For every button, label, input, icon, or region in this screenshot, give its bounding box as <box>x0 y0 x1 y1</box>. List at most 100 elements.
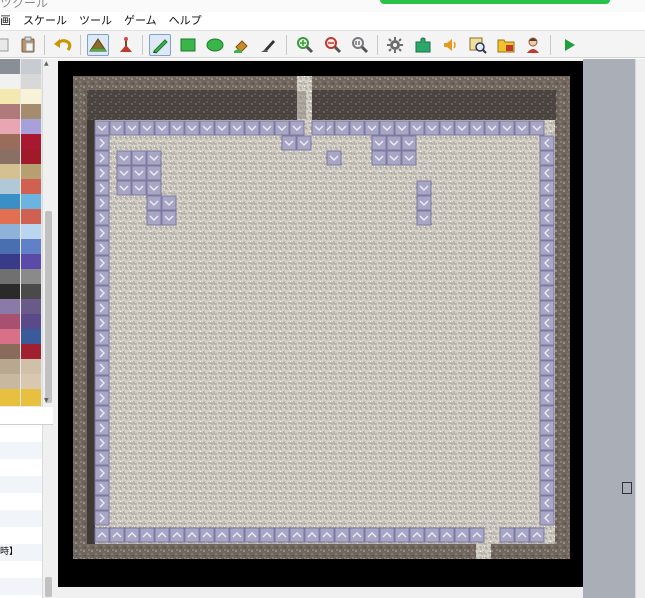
stone-block-tile <box>539 240 555 256</box>
tree-scrollbar[interactable] <box>42 425 53 598</box>
undo-icon[interactable] <box>52 34 74 56</box>
stone-block-tile <box>326 150 342 166</box>
zoom-out-icon[interactable] <box>322 34 344 56</box>
stone-block-tile <box>539 405 555 421</box>
stone-block-tile <box>539 390 555 406</box>
stone-block-tile <box>499 527 515 543</box>
stone-block-tile <box>401 135 417 151</box>
rectangle-icon[interactable] <box>177 34 199 56</box>
tree-row[interactable] <box>0 459 42 476</box>
stone-block-tile <box>539 495 555 511</box>
tree-row[interactable] <box>0 476 42 493</box>
playtest-icon[interactable] <box>558 34 580 56</box>
title-bar: ツクール <box>0 0 645 12</box>
stone-block-tile <box>94 375 110 391</box>
tileset-tile[interactable] <box>21 389 41 406</box>
character-generator-icon[interactable] <box>522 34 544 56</box>
stone-block-tile <box>539 195 555 211</box>
tree-row-event-label[interactable]: 時】 <box>0 544 42 561</box>
north-exit-shadow <box>297 91 306 119</box>
event-search-icon[interactable] <box>467 34 489 56</box>
database-icon[interactable] <box>384 34 406 56</box>
resource-manager-icon[interactable] <box>495 34 517 56</box>
stone-block-tile <box>184 120 200 136</box>
tree-row[interactable] <box>0 578 42 595</box>
stone-block-tile <box>116 165 132 181</box>
tileset-palette[interactable]: ▲ ▼ <box>0 59 53 407</box>
tree-row[interactable] <box>0 527 42 544</box>
ellipse-icon[interactable] <box>204 34 226 56</box>
map-layer-icon[interactable] <box>87 34 109 56</box>
menu-item-tools[interactable]: ツール <box>73 12 118 30</box>
map-vertical-scrollbar[interactable] <box>635 59 645 598</box>
floor <box>95 120 555 544</box>
stone-block-tile <box>484 120 500 136</box>
stone-block-tile <box>539 315 555 331</box>
zoom-actual-icon[interactable] <box>349 34 371 56</box>
stone-block-tile <box>334 527 350 543</box>
stone-block-tile <box>94 285 110 301</box>
stone-block-tile <box>539 465 555 481</box>
stone-block-tile <box>454 527 470 543</box>
sound-icon[interactable] <box>440 34 462 56</box>
stone-block-tile <box>94 510 110 526</box>
stone-block-tile <box>454 120 470 136</box>
stone-block-tile <box>289 527 305 543</box>
event-layer-icon[interactable] <box>115 34 137 56</box>
stone-block-tile <box>539 360 555 376</box>
map-resize-handle[interactable] <box>622 482 632 494</box>
stone-block-tile <box>146 210 162 226</box>
stone-block-tile <box>94 195 110 211</box>
palette-scroll-thumb[interactable] <box>45 211 52 403</box>
stone-block-tile <box>154 120 170 136</box>
stone-block-tile <box>259 527 275 543</box>
zoom-in-icon[interactable] <box>294 34 316 56</box>
fill-icon[interactable] <box>231 34 253 56</box>
stone-block-tile <box>319 527 335 543</box>
menu-item-edit[interactable]: 画 <box>0 12 17 30</box>
map-canvas[interactable] <box>58 61 583 587</box>
paste-icon[interactable] <box>17 34 39 56</box>
stone-block-tile <box>311 120 327 136</box>
map-viewport[interactable] <box>53 59 645 598</box>
palette-scrollbar[interactable]: ▲ ▼ <box>42 59 53 407</box>
stone-block-tile <box>539 225 555 241</box>
new-icon[interactable] <box>0 34 14 56</box>
stone-block-tile <box>124 527 140 543</box>
pencil-icon[interactable] <box>149 34 171 56</box>
stone-block-tile <box>539 150 555 166</box>
stone-block-tile <box>539 345 555 361</box>
stone-block-tile <box>349 120 365 136</box>
stone-block-tile <box>539 210 555 226</box>
stone-block-tile <box>539 180 555 196</box>
stone-block-tile <box>539 300 555 316</box>
stone-block-tile <box>94 360 110 376</box>
stone-block-tile <box>109 527 125 543</box>
stone-block-tile <box>401 150 417 166</box>
stone-block-tile <box>439 527 455 543</box>
plugin-icon[interactable] <box>412 34 434 56</box>
shadow-pen-icon[interactable] <box>258 34 280 56</box>
menu-item-game[interactable]: ゲーム <box>118 12 163 30</box>
stone-block-tile <box>296 135 312 151</box>
stone-block-tile <box>529 527 545 543</box>
menu-item-scale[interactable]: スケール <box>17 12 73 30</box>
map-tiles[interactable] <box>58 61 583 587</box>
stone-block-tile <box>539 510 555 526</box>
stone-block-tile <box>131 180 147 196</box>
scroll-down-arrow-icon[interactable]: ▼ <box>44 397 49 405</box>
map-tree[interactable]: 時】 <box>0 424 53 598</box>
stone-block-tile <box>154 527 170 543</box>
stone-block-tile <box>161 195 177 211</box>
tree-scroll-thumb[interactable] <box>45 577 52 597</box>
tree-row[interactable] <box>0 425 42 442</box>
tileset-tile[interactable] <box>0 389 20 406</box>
menu-item-help[interactable]: ヘルプ <box>163 12 208 30</box>
scroll-up-arrow-icon[interactable]: ▲ <box>44 60 49 68</box>
tree-row[interactable] <box>0 493 42 510</box>
stone-block-tile <box>394 527 410 543</box>
tree-row[interactable] <box>0 442 42 459</box>
stone-block-tile <box>539 270 555 286</box>
tree-row[interactable] <box>0 510 42 527</box>
tree-row[interactable] <box>0 561 42 578</box>
